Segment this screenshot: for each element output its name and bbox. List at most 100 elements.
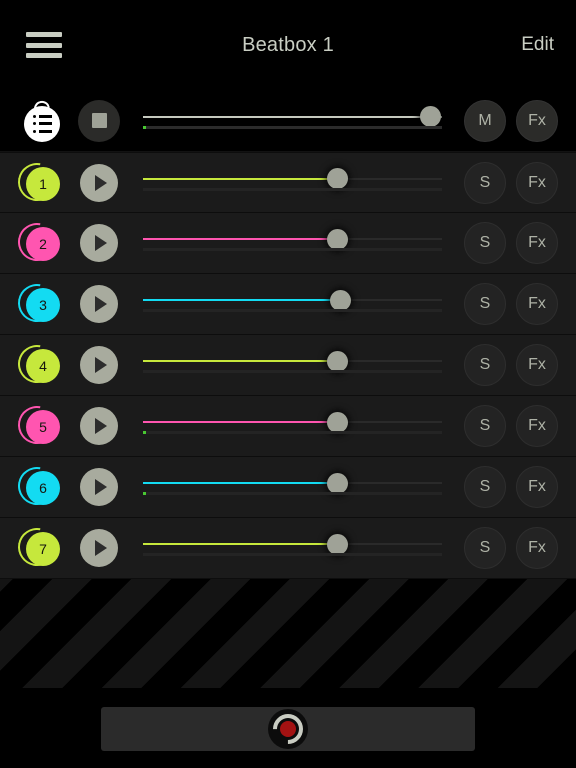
track-volume-slider[interactable] — [143, 531, 442, 565]
track-slider-fill — [143, 543, 338, 545]
track-number-badge[interactable]: 4 — [10, 337, 64, 391]
track-volume-slider[interactable] — [143, 470, 442, 504]
track-number-badge[interactable]: 6 — [10, 459, 64, 513]
track-row: 4 S Fx — [0, 335, 576, 396]
track-number-badge[interactable]: 5 — [10, 398, 64, 452]
track-slider-fill — [143, 360, 338, 362]
play-icon — [94, 540, 107, 556]
play-icon — [94, 174, 107, 191]
track-badge-number: 3 — [26, 288, 60, 322]
app-header: Beatbox 1 Edit — [0, 0, 576, 90]
track-row: 5 S Fx — [0, 396, 576, 457]
track-level-fill — [143, 492, 146, 495]
track-fx-button[interactable]: Fx — [516, 405, 558, 447]
master-row: M Fx — [0, 90, 576, 152]
track-slider-fill — [143, 177, 338, 180]
master-fx-button[interactable]: Fx — [516, 99, 558, 142]
track-badge-number: 7 — [26, 532, 60, 566]
track-slider-thumb[interactable] — [326, 168, 348, 189]
edit-button[interactable]: Edit — [521, 34, 554, 56]
track-play-button[interactable] — [80, 163, 118, 202]
master-mute-button[interactable]: M — [464, 99, 506, 142]
track-slider-thumb[interactable] — [326, 350, 348, 372]
beatbox-app: Beatbox 1 Edit M Fx 1 S Fx 2 S Fx 3 S Fx… — [0, 0, 576, 768]
play-icon — [94, 357, 107, 373]
track-fx-button[interactable]: Fx — [516, 283, 558, 325]
track-list: 1 S Fx 2 S Fx 3 S Fx 4 S Fx 5 S Fx 6 S F… — [0, 152, 576, 579]
track-level-meter — [143, 187, 442, 191]
track-level-meter — [143, 370, 442, 373]
master-level-fill — [143, 125, 146, 129]
track-row: 7 S Fx — [0, 518, 576, 579]
track-volume-slider[interactable] — [143, 348, 442, 382]
track-level-meter — [143, 553, 442, 556]
track-level-meter — [143, 492, 442, 495]
track-slider-fill — [143, 482, 338, 484]
track-slider-thumb[interactable] — [326, 411, 348, 433]
record-icon[interactable] — [266, 707, 310, 751]
app-footer — [0, 690, 576, 768]
track-fx-button[interactable]: Fx — [516, 161, 558, 204]
track-row: 1 S Fx — [0, 152, 576, 213]
track-slider-fill — [143, 299, 341, 301]
track-level-meter — [143, 431, 442, 434]
track-fx-button[interactable]: Fx — [516, 466, 558, 508]
track-volume-slider[interactable] — [143, 166, 442, 200]
track-play-button[interactable] — [80, 285, 118, 323]
play-icon — [94, 479, 107, 495]
track-play-button[interactable] — [80, 407, 118, 445]
track-volume-slider[interactable] — [143, 287, 442, 321]
stop-icon[interactable] — [78, 99, 120, 142]
track-fx-button[interactable]: Fx — [516, 222, 558, 264]
track-badge-number: 4 — [26, 349, 60, 383]
track-level-meter — [143, 309, 442, 312]
track-slider-thumb[interactable] — [329, 289, 351, 311]
track-row: 3 S Fx — [0, 274, 576, 335]
track-slider-fill — [143, 238, 338, 240]
track-play-button[interactable] — [80, 224, 118, 262]
track-play-button[interactable] — [80, 529, 118, 567]
stop-square — [91, 113, 107, 128]
track-solo-button[interactable]: S — [464, 527, 506, 569]
track-slider-thumb[interactable] — [326, 228, 348, 250]
song-icon-lines — [33, 115, 52, 133]
master-slider-thumb[interactable] — [419, 106, 441, 127]
master-level-meter — [143, 125, 442, 129]
track-number-badge[interactable]: 3 — [10, 276, 64, 330]
track-number-badge[interactable]: 2 — [10, 215, 64, 269]
track-slider-thumb[interactable] — [326, 533, 348, 555]
track-play-button[interactable] — [80, 346, 118, 384]
track-badge-number: 6 — [26, 471, 60, 505]
track-solo-button[interactable]: S — [464, 466, 506, 508]
track-level-meter — [143, 248, 442, 251]
track-badge-number: 2 — [26, 227, 60, 261]
track-badge-number: 1 — [26, 166, 60, 201]
track-level-fill — [143, 431, 146, 434]
track-number-badge[interactable]: 1 — [10, 155, 64, 208]
master-volume-slider[interactable] — [143, 104, 442, 138]
track-row: 2 S Fx — [0, 213, 576, 274]
track-solo-button[interactable]: S — [464, 161, 506, 204]
play-icon — [94, 296, 107, 312]
track-solo-button[interactable]: S — [464, 344, 506, 386]
track-slider-fill — [143, 421, 338, 423]
page-title: Beatbox 1 — [242, 33, 334, 56]
track-fx-button[interactable]: Fx — [516, 527, 558, 569]
track-solo-button[interactable]: S — [464, 405, 506, 447]
track-solo-button[interactable]: S — [464, 283, 506, 325]
track-volume-slider[interactable] — [143, 409, 442, 443]
track-play-button[interactable] — [80, 468, 118, 506]
track-volume-slider[interactable] — [143, 226, 442, 260]
track-row: 6 S Fx — [0, 457, 576, 518]
master-slider-track — [143, 115, 442, 118]
track-fx-button[interactable]: Fx — [516, 344, 558, 386]
track-badge-number: 5 — [26, 410, 60, 444]
track-number-badge[interactable]: 7 — [10, 520, 64, 574]
record-dot — [280, 721, 296, 737]
play-icon — [94, 235, 107, 251]
play-icon — [94, 418, 107, 434]
song-list-icon[interactable] — [22, 98, 62, 142]
track-slider-thumb[interactable] — [326, 472, 348, 494]
record-bar[interactable] — [101, 707, 475, 751]
track-solo-button[interactable]: S — [464, 222, 506, 264]
